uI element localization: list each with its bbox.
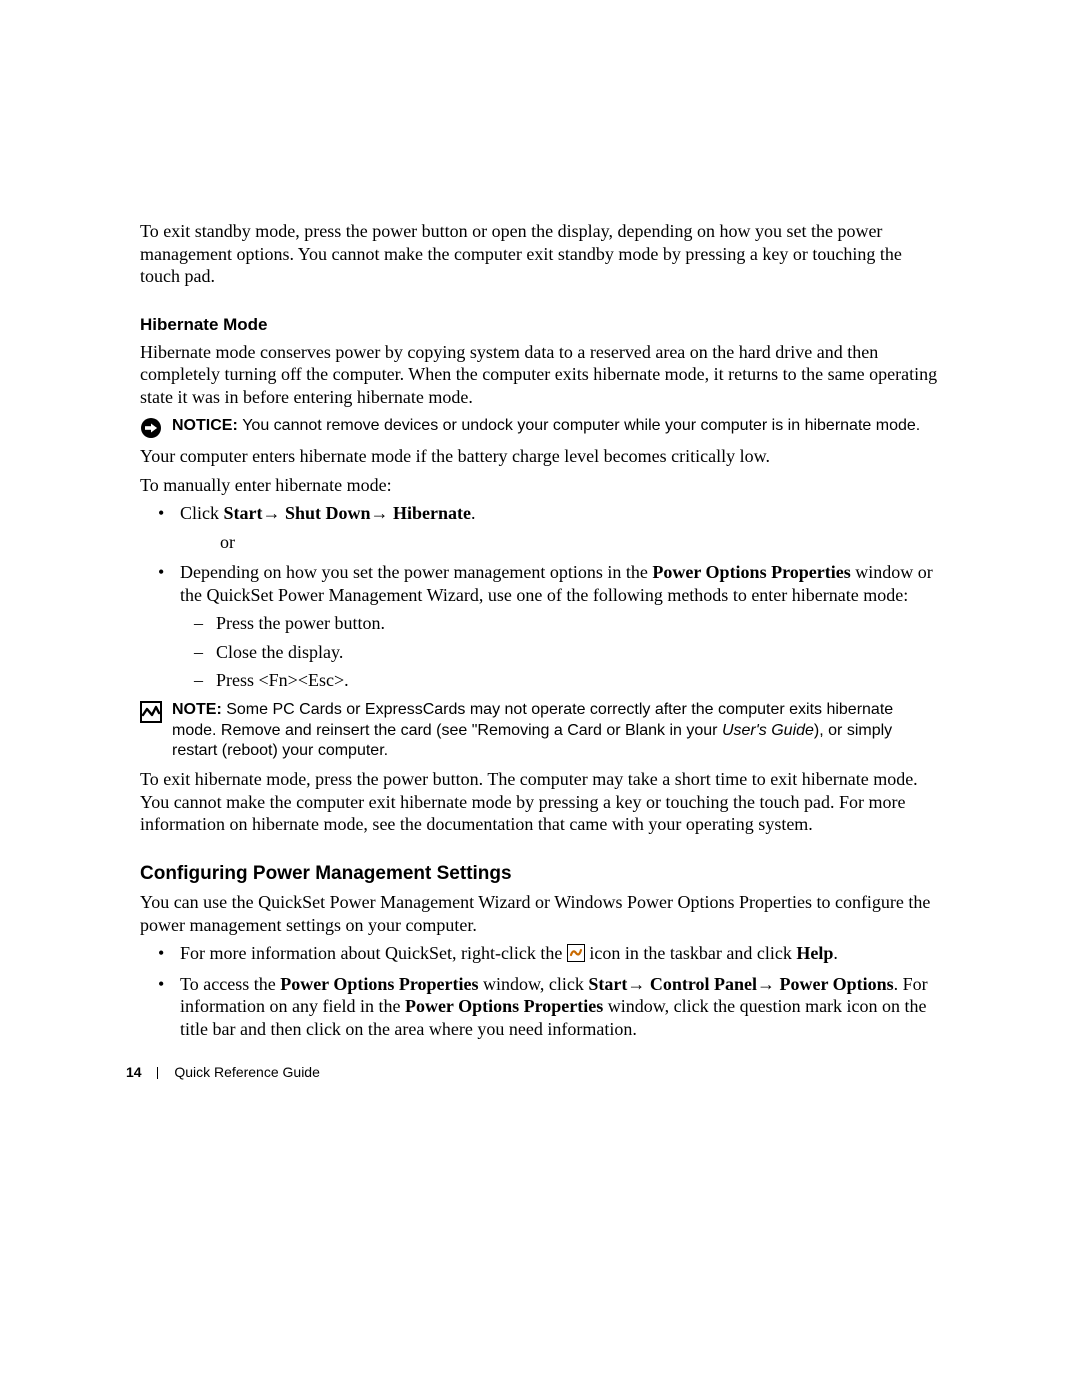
text-power-options-properties: Power Options Properties (405, 996, 603, 1016)
notice-text: NOTICE: You cannot remove devices or und… (172, 416, 920, 437)
text-help: Help (796, 943, 833, 963)
text-power-options: Power Options (775, 974, 894, 994)
text-period: . (833, 943, 838, 963)
text-start: Start (588, 974, 627, 994)
list-item: Depending on how you set the power manag… (140, 561, 940, 692)
dash-list: Press the power button. Close the displa… (180, 612, 940, 692)
list-item: Close the display. (180, 641, 940, 664)
text-access-a: To access the (180, 974, 280, 994)
text-power-options-properties: Power Options Properties (280, 974, 478, 994)
text-depending-prefix: Depending on how you set the power manag… (180, 562, 652, 582)
notice-icon (140, 417, 162, 439)
arrow-icon: → (371, 503, 389, 523)
page-content: To exit standby mode, press the power bu… (140, 220, 940, 1048)
arrow-icon: → (263, 503, 281, 523)
text-or: or (220, 531, 940, 554)
note-callout: NOTE: Some PC Cards or ExpressCards may … (140, 700, 940, 762)
paragraph-exit-hibernate: To exit hibernate mode, press the power … (140, 768, 940, 836)
paragraph-exit-standby: To exit standby mode, press the power bu… (140, 220, 940, 288)
bullet-list-config: For more information about QuickSet, rig… (140, 942, 940, 1040)
text-quickset-a: For more information about QuickSet, rig… (180, 943, 567, 963)
list-item: Press <Fn><Esc>. (180, 669, 940, 692)
text-power-options-properties: Power Options Properties (652, 562, 850, 582)
footer-separator (157, 1067, 158, 1079)
note-lead: NOTE: (172, 701, 226, 718)
footer-title: Quick Reference Guide (174, 1064, 320, 1080)
text-period: . (471, 503, 476, 523)
heading-configuring-power: Configuring Power Management Settings (140, 862, 940, 886)
paragraph-manual-intro: To manually enter hibernate mode: (140, 474, 940, 497)
paragraph-auto-hibernate: Your computer enters hibernate mode if t… (140, 445, 940, 468)
notice-lead: NOTICE: (172, 417, 242, 434)
list-item: Click Start→ Shut Down→ Hibernate. or (140, 502, 940, 553)
note-users-guide: User's Guide (722, 722, 814, 739)
text-click: Click (180, 503, 224, 523)
bullet-list-hibernate-methods: Click Start→ Shut Down→ Hibernate. or De… (140, 502, 940, 692)
heading-hibernate-mode: Hibernate Mode (140, 314, 940, 335)
text-quickset-b: icon in the taskbar and click (585, 943, 796, 963)
page-number: 14 (126, 1064, 142, 1080)
arrow-icon: → (627, 974, 645, 994)
paragraph-config-intro: You can use the QuickSet Power Managemen… (140, 891, 940, 936)
text-hibernate: Hibernate (389, 503, 472, 523)
note-icon (140, 701, 162, 723)
quickset-icon (567, 944, 585, 962)
text-access-b: window, click (479, 974, 589, 994)
text-control-panel: Control Panel (645, 974, 757, 994)
page-footer: 14 Quick Reference Guide (126, 1064, 320, 1080)
note-text: NOTE: Some PC Cards or ExpressCards may … (172, 700, 940, 762)
list-item: For more information about QuickSet, rig… (140, 942, 940, 965)
text-start: Start (224, 503, 263, 523)
paragraph-hibernate-desc: Hibernate mode conserves power by copyin… (140, 341, 940, 409)
list-item: To access the Power Options Properties w… (140, 973, 940, 1041)
document-page: To exit standby mode, press the power bu… (0, 0, 1080, 1397)
list-item: Press the power button. (180, 612, 940, 635)
notice-body: You cannot remove devices or undock your… (242, 417, 920, 434)
text-shutdown: Shut Down (281, 503, 371, 523)
arrow-icon: → (757, 974, 775, 994)
notice-callout: NOTICE: You cannot remove devices or und… (140, 416, 940, 439)
